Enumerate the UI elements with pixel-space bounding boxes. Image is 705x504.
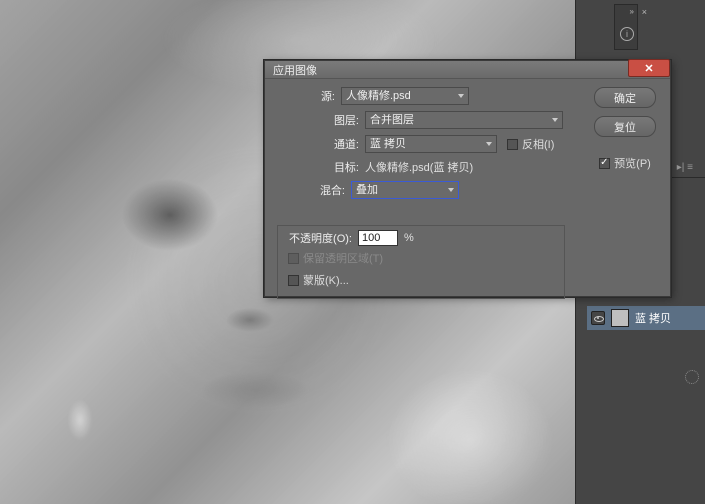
visibility-eye-icon[interactable]	[591, 311, 605, 325]
info-icon[interactable]: i	[620, 27, 634, 41]
preview-label: 预览(P)	[614, 155, 651, 171]
options-group: 不透明度(O): % 保留透明区域(T) 蒙版(K)...	[277, 225, 565, 299]
close-button[interactable]: ✕	[628, 59, 670, 77]
collapsed-panel[interactable]: » × i	[614, 4, 638, 50]
layer-row[interactable]: 蓝 拷贝	[587, 306, 705, 330]
channel-select[interactable]: 蓝 拷贝	[365, 135, 497, 153]
preserve-label: 保留透明区域(T)	[303, 250, 383, 266]
opacity-pct: %	[404, 232, 414, 244]
invert-checkbox[interactable]	[507, 139, 518, 150]
blend-select[interactable]: 叠加	[351, 181, 459, 199]
layer-label: 图层:	[275, 112, 365, 128]
panel-close-icon[interactable]: ×	[642, 7, 647, 17]
ok-button[interactable]: 确定	[594, 87, 656, 108]
apply-image-dialog: 应用图像 ✕ 源: 人像精修.psd 图层: 合并图层 通道: 蓝 拷贝 反相(…	[264, 60, 671, 297]
dialog-title: 应用图像	[273, 62, 317, 78]
reset-button[interactable]: 复位	[594, 116, 656, 137]
layer-select[interactable]: 合并图层	[365, 111, 563, 129]
panel-menu-icon[interactable]: ▸| ≡	[677, 162, 693, 173]
target-value: 人像精修.psd(蓝 拷贝)	[365, 159, 473, 175]
channel-label: 通道:	[275, 136, 365, 152]
dialog-buttons: 确定 复位 预览(P)	[592, 87, 658, 171]
mask-checkbox[interactable]	[288, 275, 299, 286]
preview-checkbox[interactable]	[599, 158, 610, 169]
opacity-input[interactable]	[358, 230, 398, 246]
loading-icon	[685, 370, 699, 384]
invert-label: 反相(I)	[522, 136, 554, 152]
dialog-titlebar[interactable]: 应用图像 ✕	[265, 61, 670, 79]
layer-name-label: 蓝 拷贝	[635, 310, 671, 326]
target-label: 目标:	[275, 159, 365, 175]
blend-label: 混合:	[275, 182, 351, 198]
opacity-label: 不透明度(O):	[282, 230, 358, 246]
layer-thumbnail[interactable]	[611, 309, 629, 327]
source-label: 源:	[275, 88, 341, 104]
mask-label: 蒙版(K)...	[303, 272, 349, 288]
preserve-checkbox	[288, 253, 299, 264]
expand-icon[interactable]: »	[630, 7, 634, 16]
source-select[interactable]: 人像精修.psd	[341, 87, 469, 105]
